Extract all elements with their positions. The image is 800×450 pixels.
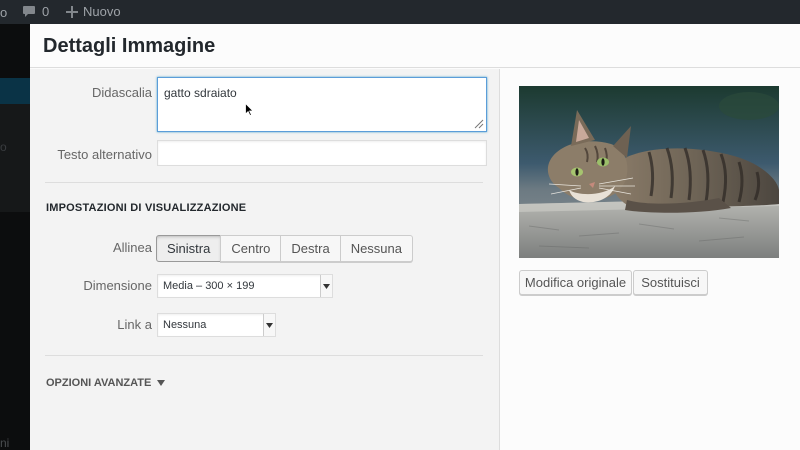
attachment-preview-sidebar: Modifica originale Sostituisci [501,69,800,450]
triangle-down-icon [157,380,166,386]
caption-value: gatto sdraiato [164,86,237,100]
admin-menu-fragment: o [0,140,7,154]
mouse-cursor-icon [245,103,254,116]
align-left-button[interactable]: Sinistra [156,235,222,262]
admin-menu-backdrop: o ni [0,24,30,450]
modal-header: Dettagli Immagine [30,24,800,68]
align-none-button[interactable]: Nessuna [339,235,413,262]
comments-link[interactable]: 0 [22,4,49,19]
link-to-label: Link a [117,317,152,332]
comments-count: 0 [42,4,50,19]
align-right-button[interactable]: Destra [280,235,341,262]
caption-label: Didascalia [92,85,152,100]
alt-text-label: Testo alternativo [57,147,152,162]
edit-original-button[interactable]: Modifica originale [519,270,632,295]
align-center-button[interactable]: Centro [220,235,282,262]
comment-bubble-icon [23,6,35,17]
divider [45,182,483,183]
admin-bar: o 0 Nuovo [0,0,800,24]
align-button-group: Sinistra Centro Destra Nessuna [156,235,413,262]
attachment-settings: Didascalia gatto sdraiato Testo alternat… [30,69,500,450]
advanced-options-toggle[interactable]: OPZIONI AVANZATE [46,377,166,389]
link-to-select[interactable]: Nessuna [157,313,276,337]
link-to-select-value: Nessuna [163,319,207,331]
admin-menu-active-item [0,78,30,104]
modal-title: Dettagli Immagine [43,35,216,57]
display-settings-heading: IMPOSTAZIONI DI VISUALIZZAZIONE [46,202,247,214]
new-content-link[interactable]: Nuovo [66,4,121,19]
plus-icon [66,5,78,18]
link-to-select-arrow [263,314,275,336]
resize-grip-icon[interactable] [474,119,484,129]
caption-textarea[interactable]: gatto sdraiato [157,77,487,132]
align-label: Allinea [112,240,152,255]
media-modal: Dettagli Immagine Didascalia gatto sdrai… [30,24,800,450]
admin-menu-fragment-bottom: ni [0,436,10,450]
replace-button[interactable]: Sostituisci [633,270,708,295]
size-label: Dimensione [83,278,152,293]
new-label: Nuovo [83,4,121,19]
size-select-arrow [320,275,332,297]
admin-menu-submenu [0,104,30,212]
dropdown-arrow-icon [266,322,273,328]
cat-image-thumbnail [519,86,779,258]
size-select-value: Media – 300 × 199 [163,280,255,292]
admin-bar-fragment[interactable]: o [0,5,7,20]
dropdown-arrow-icon [323,283,330,289]
divider [45,355,483,356]
advanced-options-label: OPZIONI AVANZATE [46,377,152,389]
size-select[interactable]: Media – 300 × 199 [157,274,333,298]
alt-text-input[interactable] [157,140,487,166]
